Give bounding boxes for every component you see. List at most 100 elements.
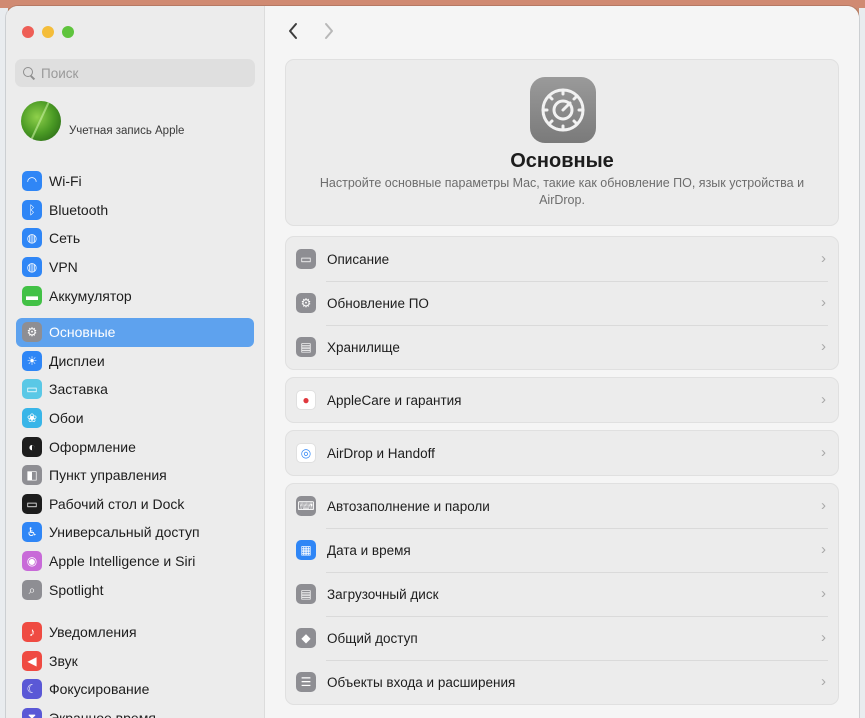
sidebar-item-sun[interactable]: ☀ Дисплеи bbox=[16, 347, 254, 376]
sidebar-item-siri[interactable]: ◉ Apple Intelligence и Siri bbox=[16, 547, 254, 576]
drive-icon: ▤ bbox=[296, 337, 316, 357]
moon-icon: ☾ bbox=[22, 679, 42, 700]
battery-icon: ▬ bbox=[22, 285, 42, 306]
speaker-icon: ◀ bbox=[22, 650, 42, 671]
sidebar-item-control-center[interactable]: ◧ Пункт управления bbox=[16, 461, 254, 490]
sidebar-item-label: Основные bbox=[49, 324, 116, 341]
gear-badge-icon: ⚙ bbox=[296, 293, 316, 313]
settings-row-label: Общий доступ bbox=[327, 630, 418, 646]
sidebar-item-label: Фокусирование bbox=[49, 681, 150, 698]
sharing-icon: ◆ bbox=[296, 628, 316, 648]
settings-row[interactable]: ● AppleCare и гарантия › bbox=[286, 378, 838, 422]
sidebar-item-flower[interactable]: ❀ Обои bbox=[16, 404, 254, 433]
settings-row-label: Загрузочный диск bbox=[327, 586, 439, 602]
accessibility-icon: ♿ bbox=[22, 522, 42, 543]
search-icon bbox=[23, 67, 35, 79]
avatar bbox=[21, 101, 61, 141]
settings-row-label: Автозаполнение и пароли bbox=[327, 498, 490, 514]
settings-row-label: Описание bbox=[327, 251, 390, 267]
sidebar-item-battery[interactable]: ▬ Аккумулятор bbox=[16, 281, 254, 310]
calendar-icon: ▦ bbox=[296, 540, 316, 560]
sidebar-item-hourglass[interactable]: ⧗ Экранное время bbox=[16, 704, 254, 718]
sidebar-item-label: Уведомления bbox=[49, 624, 137, 641]
sidebar-item-vpn-globe[interactable]: ◍ VPN bbox=[16, 253, 254, 282]
chevron-right-icon: › bbox=[821, 629, 826, 646]
settings-row[interactable]: ▤ Хранилище › bbox=[286, 325, 838, 369]
settings-row[interactable]: ☰ Объекты входа и расширения › bbox=[286, 660, 838, 704]
sidebar-item-label: Пункт управления bbox=[49, 467, 167, 484]
sidebar-item-moon[interactable]: ☾ Фокусирование bbox=[16, 675, 254, 704]
sidebar-item-label: Spotlight bbox=[49, 581, 104, 598]
settings-row[interactable]: ▭ Описание › bbox=[286, 237, 838, 281]
apple-account[interactable]: Учетная запись Apple bbox=[21, 101, 184, 141]
bell-icon: ♪ bbox=[22, 622, 42, 643]
chevron-right-icon: › bbox=[821, 444, 826, 461]
sidebar-item-dock[interactable]: ▭ Рабочий стол и Dock bbox=[16, 490, 254, 519]
chevron-right-icon: › bbox=[821, 673, 826, 690]
sidebar-item-wifi[interactable]: ◠ Wi-Fi bbox=[16, 167, 254, 196]
sidebar-item-label: Рабочий стол и Dock bbox=[49, 495, 185, 512]
settings-row[interactable]: ◆ Общий доступ › bbox=[286, 616, 838, 660]
sidebar-item-bell[interactable]: ♪ Уведомления bbox=[16, 618, 254, 647]
sidebar-item-gear[interactable]: ⚙ Основные bbox=[16, 318, 254, 347]
settings-group: ◎ AirDrop и Handoff › bbox=[285, 430, 839, 476]
sidebar-item-bluetooth[interactable]: ᛒ Bluetooth bbox=[16, 196, 254, 225]
settings-row[interactable]: ⚙ Обновление ПО › bbox=[286, 281, 838, 325]
sun-icon: ☀ bbox=[22, 350, 42, 371]
settings-row-label: AirDrop и Handoff bbox=[327, 445, 435, 461]
sidebar-item-label: Сеть bbox=[49, 230, 81, 247]
hourglass-icon: ⧗ bbox=[22, 708, 42, 718]
history-navigation bbox=[287, 20, 335, 46]
sidebar-item-spotlight[interactable]: ⌕ Spotlight bbox=[16, 575, 254, 604]
settings-group: ● AppleCare и гарантия › bbox=[285, 377, 839, 423]
sidebar-item-label: VPN bbox=[49, 259, 78, 276]
settings-group: ⌨ Автозаполнение и пароли › ▦ Дата и время › ▤… bbox=[285, 483, 839, 705]
control-center-icon: ◧ bbox=[22, 465, 42, 486]
page-description: Настройте основные параметры Mac, такие … bbox=[319, 176, 805, 207]
forward-button[interactable] bbox=[323, 20, 335, 46]
settings-row-label: AppleCare и гарантия bbox=[327, 392, 462, 408]
chevron-right-icon: › bbox=[821, 338, 826, 355]
keyboard-icon: ⌨ bbox=[296, 496, 316, 516]
sidebar-item-label: Wi-Fi bbox=[49, 173, 82, 190]
sidebar-item-label: Экранное время bbox=[49, 710, 156, 718]
settings-row[interactable]: ▤ Загрузочный диск › bbox=[286, 572, 838, 616]
general-header: Основные Настройте основные параметры Ma… bbox=[285, 59, 839, 226]
sidebar-item-label: Bluetooth bbox=[49, 201, 109, 218]
sidebar-item-speaker[interactable]: ◀ Звук bbox=[16, 647, 254, 676]
sidebar-item-globe[interactable]: ◍ Сеть bbox=[16, 224, 254, 253]
back-button[interactable] bbox=[287, 20, 299, 46]
sidebar-item-appearance[interactable]: ◐ Оформление bbox=[16, 432, 254, 461]
settings-row[interactable]: ◎ AirDrop и Handoff › bbox=[286, 431, 838, 475]
dock-icon: ▭ bbox=[22, 493, 42, 514]
page-title: Основные bbox=[510, 150, 614, 172]
airdrop-icon: ◎ bbox=[296, 443, 316, 463]
globe-icon: ◍ bbox=[22, 228, 42, 249]
siri-icon: ◉ bbox=[22, 551, 42, 572]
sidebar-item-label: Звук bbox=[49, 652, 78, 669]
close-button[interactable] bbox=[22, 26, 34, 38]
minimize-button[interactable] bbox=[42, 26, 54, 38]
sidebar-item-label: Обои bbox=[49, 410, 84, 427]
list-icon: ☰ bbox=[296, 672, 316, 692]
system-settings-window: Поиск Учетная запись Apple ◠ Wi-Fi ᛒ Blueto… bbox=[6, 6, 859, 718]
flower-icon: ❀ bbox=[22, 408, 42, 429]
sidebar-item-accessibility[interactable]: ♿ Универсальный доступ bbox=[16, 518, 254, 547]
chevron-right-icon: › bbox=[821, 250, 826, 267]
sidebar-item-label: Оформление bbox=[49, 438, 136, 455]
settings-row[interactable]: ▦ Дата и время › bbox=[286, 528, 838, 572]
window-controls bbox=[22, 26, 74, 38]
laptop-icon: ▭ bbox=[296, 249, 316, 269]
appearance-icon: ◐ bbox=[22, 436, 42, 457]
gear-icon: ⚙ bbox=[22, 322, 42, 343]
sidebar-item-label: Аккумулятор bbox=[49, 287, 132, 304]
sidebar-item-label: Универсальный доступ bbox=[49, 524, 200, 541]
settings-row-label: Объекты входа и расширения bbox=[327, 674, 516, 690]
background-window-right bbox=[859, 8, 865, 718]
vpn-globe-icon: ◍ bbox=[22, 257, 42, 278]
sidebar-item-screensaver[interactable]: ▭ Заставка bbox=[16, 375, 254, 404]
search-input[interactable]: Поиск bbox=[15, 59, 255, 87]
settings-row[interactable]: ⌨ Автозаполнение и пароли › bbox=[286, 484, 838, 528]
chevron-right-icon: › bbox=[821, 294, 826, 311]
zoom-button[interactable] bbox=[62, 26, 74, 38]
